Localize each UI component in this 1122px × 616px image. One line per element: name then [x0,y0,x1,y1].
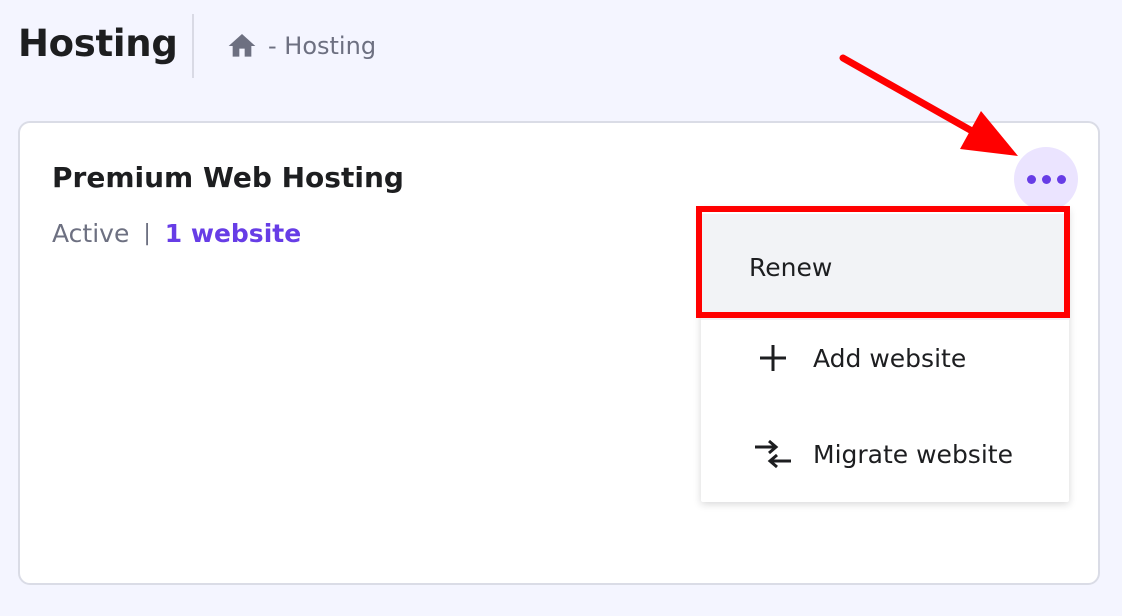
home-icon[interactable] [226,30,258,62]
menu-item-add-website[interactable]: Add website [701,310,1069,406]
menu-item-label: Migrate website [813,439,1013,469]
more-options-button[interactable] [1014,147,1078,211]
menu-item-label: Add website [813,343,967,373]
breadcrumb: - Hosting [226,28,376,64]
plan-title: Premium Web Hosting [52,161,404,194]
plus-icon [753,338,793,378]
status-badge: Active [52,219,130,248]
websites-count-link[interactable]: 1 website [165,219,301,248]
more-horizontal-icon [1026,174,1036,184]
page-header: Hosting - Hosting [0,0,1122,95]
plan-meta: Active | 1 website [52,219,301,248]
actions-dropdown-menu: Renew Add website Migrate website [701,208,1069,502]
menu-item-migrate-website[interactable]: Migrate website [701,406,1069,502]
menu-item-label: Renew [749,252,833,282]
migrate-arrows-icon [753,434,793,474]
page-title: Hosting [18,22,178,65]
header-divider [192,14,194,78]
breadcrumb-current: - Hosting [268,32,377,60]
meta-separator: | [143,221,151,246]
menu-item-renew[interactable]: Renew [701,214,1069,320]
